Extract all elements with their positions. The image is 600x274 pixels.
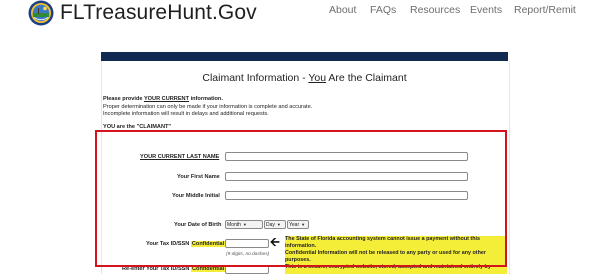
dob-month-select[interactable]: Month ▼ — [225, 220, 263, 229]
reenter-tax-id-label: Re-enter Your Tax ID/SSN Confidential — [122, 266, 226, 272]
form-title-prefix: Claimant Information - — [202, 72, 309, 84]
first-name-label: Your First Name — [177, 174, 220, 180]
form-title: Claimant Information - You Are the Claim… — [101, 72, 508, 84]
nav-resources[interactable]: Resources — [410, 0, 460, 22]
intro-line-1-suffix: information. — [189, 96, 223, 102]
first-name-input[interactable] — [225, 172, 468, 181]
notice-line-4: purposes. — [285, 257, 311, 263]
florida-seal-icon[interactable] — [28, 0, 54, 26]
intro-line-2: Proper determination can only be made if… — [103, 104, 313, 110]
chevron-down-icon: ▼ — [276, 222, 281, 227]
intro-line-4: YOU are the "CLAIMANT" — [103, 124, 172, 130]
notice-line-3: Confidential Information will not be rel… — [285, 250, 486, 256]
reenter-tax-id-input[interactable] — [225, 265, 269, 274]
tax-id-confidential-badge: Confidential — [190, 241, 226, 247]
site-header: FLTreasureHunt.Gov About FAQs Resources … — [0, 0, 600, 28]
intro-line-1-prefix: Please provide — [103, 96, 144, 102]
chevron-down-icon: ▼ — [301, 222, 306, 227]
form-title-you: You — [308, 72, 327, 84]
intro-line-3: Incomplete information will result in de… — [103, 111, 269, 117]
middle-initial-label: Your Middle Initial — [172, 193, 220, 199]
reenter-confidential-badge: Confidential — [191, 266, 226, 272]
dob-label: Your Date of Birth — [174, 222, 222, 228]
nav-report-remit[interactable]: Report/Remit — [514, 0, 576, 22]
dob-day-select[interactable]: Day ▼ — [264, 220, 286, 229]
nav-faqs[interactable]: FAQs — [370, 0, 396, 22]
dob-year-select[interactable]: Year ▼ — [287, 220, 309, 229]
form-title-suffix: Are the Claimant — [326, 72, 407, 84]
dob-year-value: Year — [289, 222, 300, 228]
middle-initial-input[interactable] — [225, 191, 468, 200]
site-title[interactable]: FLTreasureHunt.Gov — [60, 0, 257, 28]
tax-id-hint: (9 digits, no dashes) — [226, 252, 270, 257]
tax-id-label: Your Tax ID/SSN Confidential — [146, 241, 226, 247]
intro-line-1: Please provide YOUR CURRENT information. — [103, 96, 223, 102]
dob-day-value: Day — [266, 222, 275, 228]
confidentiality-notice: The State of Florida accounting system c… — [285, 236, 507, 274]
nav-events[interactable]: Events — [470, 0, 502, 22]
tax-id-label-text: Your Tax ID/SSN — [146, 241, 191, 247]
left-arrow-icon: 🡨 — [270, 235, 280, 249]
last-name-input[interactable] — [225, 152, 468, 161]
dob-month-value: Month — [227, 222, 241, 228]
chevron-down-icon: ▼ — [242, 222, 247, 227]
tax-id-input[interactable] — [225, 239, 269, 248]
notice-line-1: The State of Florida accounting system c… — [285, 236, 480, 242]
nav-about[interactable]: About — [329, 0, 356, 22]
notice-line-5: This is a secure, encrypted website, sto… — [285, 264, 491, 270]
intro-emphasis: YOUR CURRENT — [143, 96, 190, 102]
form-header-bar — [101, 52, 508, 61]
reenter-tax-id-label-text: Re-enter Your Tax ID/SSN — [122, 266, 192, 272]
notice-line-2: information. — [285, 243, 317, 249]
last-name-label: YOUR CURRENT LAST NAME — [140, 154, 220, 160]
